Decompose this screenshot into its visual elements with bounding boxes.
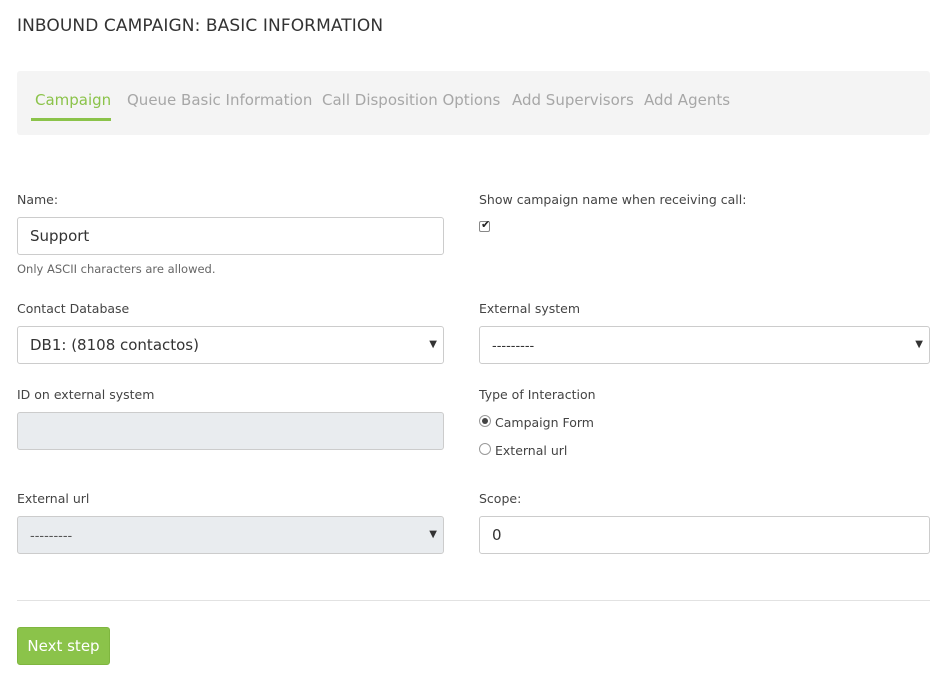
tab-call-disposition-options[interactable]: Call Disposition Options	[322, 91, 500, 109]
contact-database-selected: DB1: (8108 contactos)	[30, 336, 199, 354]
tab-add-agents[interactable]: Add Agents	[644, 91, 730, 109]
campaign-form-radio-label[interactable]: Campaign Form	[495, 415, 594, 430]
scope-input[interactable]: 0	[479, 516, 930, 554]
caret-down-icon: ▼	[429, 339, 437, 350]
name-input-value: Support	[30, 227, 90, 245]
name-help-text: Only ASCII characters are allowed.	[17, 262, 216, 276]
page-title: INBOUND CAMPAIGN: BASIC INFORMATION	[17, 16, 384, 36]
name-input[interactable]: Support	[17, 217, 444, 255]
active-tab-indicator	[31, 118, 111, 121]
external-system-select[interactable]: --------- ▼	[479, 326, 930, 364]
scope-label: Scope:	[479, 491, 522, 506]
external-url-radio-label[interactable]: External url	[495, 443, 567, 458]
show-campaign-name-label: Show campaign name when receiving call:	[479, 192, 747, 207]
external-url-radio[interactable]	[479, 443, 491, 455]
form-divider	[17, 600, 930, 601]
scope-input-value: 0	[492, 526, 502, 544]
external-url-label: External url	[17, 491, 90, 506]
external-system-label: External system	[479, 301, 581, 316]
id-external-system-label: ID on external system	[17, 387, 155, 402]
tab-campaign[interactable]: Campaign	[35, 91, 111, 109]
tab-queue-basic-information[interactable]: Queue Basic Information	[127, 91, 312, 109]
campaign-form-radio[interactable]	[479, 415, 491, 427]
external-url-select[interactable]: --------- ▼	[17, 516, 444, 554]
id-external-system-input[interactable]	[17, 412, 444, 450]
contact-database-label: Contact Database	[17, 301, 130, 316]
caret-down-icon: ▼	[429, 529, 437, 540]
show-campaign-name-checkbox[interactable]: ✔	[479, 218, 491, 232]
check-icon: ✔	[481, 218, 491, 231]
external-url-selected: ---------	[30, 529, 73, 544]
tab-add-supervisors[interactable]: Add Supervisors	[512, 91, 634, 109]
caret-down-icon: ▼	[915, 339, 923, 350]
contact-database-select[interactable]: DB1: (8108 contactos) ▼	[17, 326, 444, 364]
external-system-selected: ---------	[492, 339, 535, 354]
type-of-interaction-label: Type of Interaction	[479, 387, 596, 402]
name-label: Name:	[17, 192, 59, 207]
wizard-tabs: Campaign Queue Basic Information Call Di…	[17, 71, 930, 135]
next-step-button[interactable]: Next step	[17, 627, 110, 665]
